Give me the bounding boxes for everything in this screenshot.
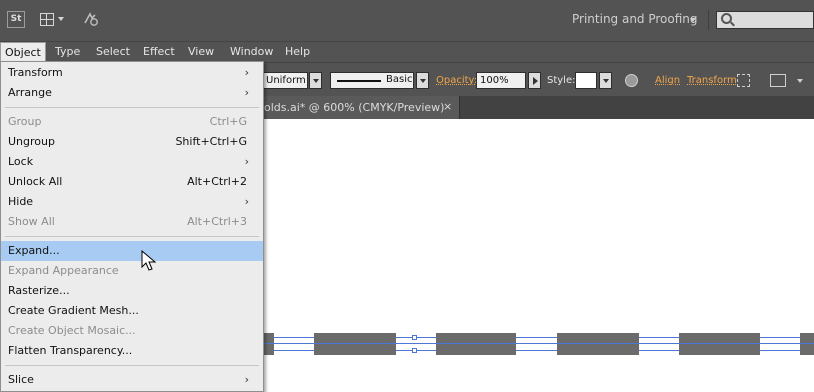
opacity-slider-button[interactable] — [528, 72, 541, 89]
anchor-point[interactable] — [412, 348, 417, 353]
object-menu-dropdown: Transform › Arrange › Group Ctrl+G Ungro… — [0, 61, 264, 392]
graphic-style-dropdown[interactable] — [599, 72, 612, 89]
globe-icon[interactable] — [625, 74, 638, 87]
cursor-icon — [141, 249, 157, 272]
menu-item-create-object-mosaic[interactable]: Create Object Mosaic... — [1, 321, 263, 341]
anchor-point[interactable] — [412, 335, 417, 340]
menu-item-rasterize[interactable]: Rasterize... — [1, 281, 263, 301]
close-icon[interactable]: × — [443, 100, 452, 113]
menu-bar: Object Type Select Effect View Window He… — [0, 41, 814, 62]
chevron-right-icon: › — [244, 66, 249, 79]
menu-item-group[interactable]: Group Ctrl+G — [1, 112, 263, 132]
graphic-style-swatch[interactable] — [575, 72, 597, 89]
chevron-right-icon: › — [244, 195, 249, 208]
path-segment[interactable] — [314, 333, 396, 355]
chevron-right-icon: › — [244, 86, 249, 99]
menu-separator — [5, 365, 259, 366]
search-input[interactable] — [716, 11, 814, 29]
transform-link[interactable]: Transform — [687, 75, 737, 86]
workspace-layout-icon[interactable] — [40, 11, 66, 28]
menu-select[interactable]: Select — [96, 45, 130, 58]
chevron-right-icon: › — [244, 155, 249, 168]
menu-item-lock[interactable]: Lock › — [1, 152, 263, 172]
menu-view[interactable]: View — [188, 45, 214, 58]
isolate-icon[interactable] — [737, 74, 750, 87]
more-options-icon[interactable] — [770, 74, 786, 87]
chevron-right-icon: › — [244, 373, 249, 386]
path-segment[interactable] — [679, 333, 760, 355]
chevron-down-icon[interactable] — [690, 18, 696, 22]
path-segment[interactable] — [557, 333, 639, 355]
menu-item-arrange[interactable]: Arrange › — [1, 83, 263, 103]
menu-item-create-gradient-mesh[interactable]: Create Gradient Mesh... — [1, 301, 263, 321]
chevron-down-icon[interactable] — [797, 79, 803, 83]
menu-item-show-all[interactable]: Show All Alt+Ctrl+3 — [1, 212, 263, 232]
opacity-label[interactable]: Opacity: — [436, 75, 477, 86]
menu-item-transform[interactable]: Transform › — [1, 63, 263, 83]
menu-help[interactable]: Help — [285, 45, 310, 58]
menu-window[interactable]: Window — [230, 45, 273, 58]
menu-type[interactable]: Type — [55, 45, 80, 58]
document-tab-title: olds.ai* @ 600% (CMYK/Preview) — [264, 101, 445, 114]
stroke-profile-dropdown[interactable] — [309, 72, 322, 89]
brush-definition-dropdown[interactable] — [416, 72, 429, 89]
menu-item-unlock-all[interactable]: Unlock All Alt+Ctrl+2 — [1, 172, 263, 192]
path-segment[interactable] — [800, 333, 814, 355]
st-icon[interactable]: St — [7, 11, 25, 28]
menu-item-slice[interactable]: Slice › — [1, 370, 263, 390]
brush-definition-select[interactable]: Basic — [330, 72, 414, 89]
stroke-profile-select[interactable]: Uniform — [262, 72, 308, 89]
workspace-switcher[interactable]: Printing and Proofing — [572, 12, 698, 26]
menu-object[interactable]: Object — [0, 42, 46, 62]
application-bar: St Printing and Proofing — [0, 0, 814, 41]
search-icon — [721, 13, 732, 24]
sync-settings-icon[interactable] — [81, 9, 101, 29]
menu-separator — [5, 236, 259, 237]
menu-item-hide[interactable]: Hide › — [1, 192, 263, 212]
opacity-input[interactable]: 100% — [476, 72, 526, 89]
menu-item-expand-appearance[interactable]: Expand Appearance — [1, 261, 263, 281]
menu-effect[interactable]: Effect — [143, 45, 175, 58]
menu-item-expand[interactable]: Expand... — [1, 241, 263, 261]
menu-item-flatten-transparency[interactable]: Flatten Transparency... — [1, 341, 263, 361]
style-label: Style: — [547, 75, 576, 86]
align-link[interactable]: Align — [655, 75, 680, 86]
appbar-divider — [708, 10, 709, 30]
brush-definition-label: Basic — [386, 74, 413, 85]
document-tab[interactable]: olds.ai* @ 600% (CMYK/Preview) × — [262, 96, 460, 119]
path-segment[interactable] — [436, 333, 516, 355]
menu-item-ungroup[interactable]: Ungroup Shift+Ctrl+G — [1, 132, 263, 152]
menu-separator — [5, 107, 259, 108]
